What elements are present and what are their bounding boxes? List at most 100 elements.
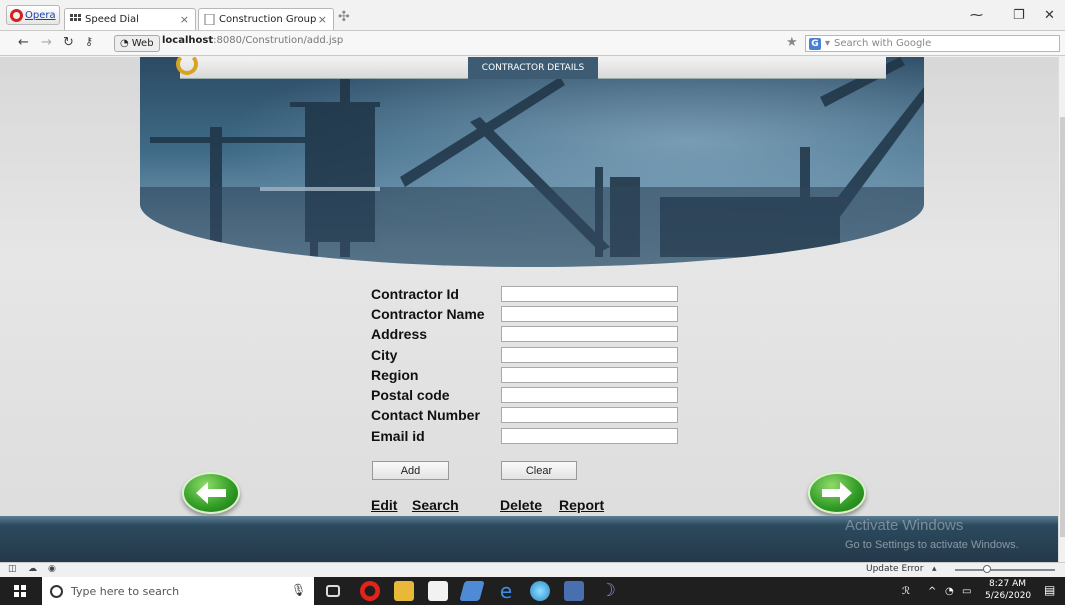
scrollbar-thumb[interactable] (1060, 117, 1065, 537)
close-tab-icon[interactable]: × (180, 13, 189, 26)
form-row-contractor-id: Contractor Id (371, 285, 681, 303)
close-tab-icon[interactable]: × (318, 13, 327, 26)
microphone-icon[interactable]: 🎙 (291, 583, 306, 597)
activate-windows-subtitle: Go to Settings to activate Windows. (845, 539, 1019, 551)
delete-link[interactable]: Delete (500, 497, 542, 513)
url-host: localhost (162, 35, 214, 46)
page-viewport: CONTRACTOR DETAILS Contractor Id Contrac… (0, 57, 1058, 562)
minimize-icon[interactable]: ⁓ (970, 8, 983, 23)
eclipse-icon[interactable]: ☽ (598, 581, 618, 601)
url-path: :8080/Constrution/add.jsp (213, 35, 344, 46)
browser-status-bar: ◫ ☁ ◉ Update Error ▴ (0, 562, 1065, 576)
app-window-icon[interactable] (564, 581, 584, 601)
back-icon[interactable]: ← (18, 35, 29, 50)
cloud-icon[interactable]: ☁ (28, 564, 38, 574)
update-error-status[interactable]: Update Error (866, 564, 923, 574)
contractor-name-input[interactable] (501, 306, 678, 322)
email-id-label: Email id (371, 428, 425, 444)
city-label: City (371, 347, 398, 363)
page-icon (204, 14, 215, 25)
form-row-region: Region (371, 366, 681, 384)
postal-code-label: Postal code (371, 387, 450, 403)
clock-time[interactable]: 8:27 AM (989, 579, 1026, 589)
arrow-right-icon (822, 482, 852, 504)
speed-dial-icon (70, 14, 81, 21)
opera-menu-label: Opera (25, 9, 56, 21)
task-view-icon[interactable] (326, 585, 340, 597)
vertical-scrollbar[interactable] (1058, 57, 1065, 562)
globe-icon: ◔ (120, 38, 129, 49)
zoom-slider[interactable] (955, 565, 1055, 573)
city-input[interactable] (501, 347, 678, 363)
edge-icon[interactable]: e (496, 581, 516, 601)
next-arrow-button[interactable] (808, 472, 866, 514)
form-row-city: City (371, 346, 681, 364)
battery-icon[interactable]: ▭ (962, 586, 971, 597)
form-row-contact-number: Contact Number (371, 406, 681, 424)
zoom-slider-knob[interactable] (983, 565, 991, 573)
close-window-icon[interactable]: ✕ (1044, 8, 1055, 23)
key-icon[interactable]: ⚷ (85, 35, 93, 48)
store-icon[interactable] (428, 581, 448, 601)
url-field[interactable]: localhost:8080/Constrution/add.jsp (162, 35, 782, 52)
opera-menu-button[interactable]: Opera (6, 5, 60, 25)
wifi-icon[interactable]: ◔ (945, 586, 954, 597)
taskbar-search-placeholder: Type here to search (71, 584, 180, 598)
forward-icon[interactable]: → (41, 35, 52, 50)
tab-construction-group[interactable]: Construction Group × (198, 8, 334, 30)
windows-start-icon[interactable] (14, 585, 26, 597)
web-search-box[interactable]: G ▾ Search with Google (805, 35, 1060, 52)
contact-number-label: Contact Number (371, 407, 480, 423)
contractor-id-input[interactable] (501, 286, 678, 302)
tray-chevron-icon[interactable]: ^ (928, 586, 936, 597)
arrow-left-icon (196, 482, 226, 504)
taskbar-search-box[interactable]: Type here to search (42, 577, 314, 605)
postal-code-input[interactable] (501, 387, 678, 403)
people-icon[interactable]: ℛ (902, 586, 910, 597)
address-label: Address (371, 326, 428, 342)
construction-banner-image (140, 57, 924, 267)
bookmark-star-icon[interactable]: ★ (786, 35, 798, 50)
opera-logo-icon (10, 8, 23, 22)
clear-button[interactable]: Clear (501, 461, 577, 480)
web-badge-label: Web (131, 38, 154, 49)
web-badge[interactable]: ◔ Web (114, 35, 160, 52)
zoom-menu-icon[interactable]: ▴ (932, 564, 942, 574)
form-row-postal-code: Postal code (371, 386, 681, 404)
app-sphere-icon[interactable] (530, 581, 550, 601)
app-icon[interactable] (459, 581, 485, 601)
browser-tab-strip: Opera Speed Dial × Construction Group × … (0, 0, 1065, 30)
edit-link[interactable]: Edit (371, 497, 397, 513)
cortana-icon (50, 584, 63, 598)
back-arrow-button[interactable] (182, 472, 240, 514)
windows-taskbar: Type here to search 🎙 e ☽ ℛ ^ ◔ ▭ 8:27 A… (0, 577, 1065, 605)
file-explorer-icon[interactable] (394, 581, 414, 601)
tab-label: Speed Dial (85, 14, 139, 25)
add-button[interactable]: Add (372, 461, 449, 480)
report-link[interactable]: Report (559, 497, 604, 513)
search-link[interactable]: Search (412, 497, 459, 513)
restore-icon[interactable]: ❐ (1013, 8, 1025, 23)
address-bar: ← → ↻ ⚷ ◔ Web localhost:8080/Constrution… (0, 30, 1065, 56)
contractor-name-label: Contractor Name (371, 306, 485, 322)
email-id-input[interactable] (501, 428, 678, 444)
notifications-icon[interactable]: ▤ (1044, 583, 1055, 597)
contact-number-input[interactable] (501, 407, 678, 423)
address-input[interactable] (501, 326, 678, 342)
speed-icon[interactable]: ◉ (48, 564, 58, 574)
contractor-id-label: Contractor Id (371, 286, 459, 302)
dropdown-caret-icon: ▾ (825, 38, 831, 49)
tab-label: Construction Group (219, 14, 317, 25)
crane-silhouettes (140, 57, 924, 267)
region-input[interactable] (501, 367, 678, 383)
tab-speed-dial[interactable]: Speed Dial × (64, 8, 196, 30)
opera-taskbar-icon[interactable] (360, 581, 380, 601)
form-row-email-id: Email id (371, 427, 681, 445)
web-search-placeholder: Search with Google (834, 38, 932, 49)
activate-windows-title: Activate Windows (845, 517, 964, 534)
clock-date[interactable]: 5/26/2020 (985, 591, 1031, 601)
new-tab-icon[interactable]: ✣ (338, 10, 352, 24)
banner-title: CONTRACTOR DETAILS (468, 57, 598, 79)
panel-toggle-icon[interactable]: ◫ (8, 564, 18, 574)
reload-icon[interactable]: ↻ (63, 35, 74, 50)
